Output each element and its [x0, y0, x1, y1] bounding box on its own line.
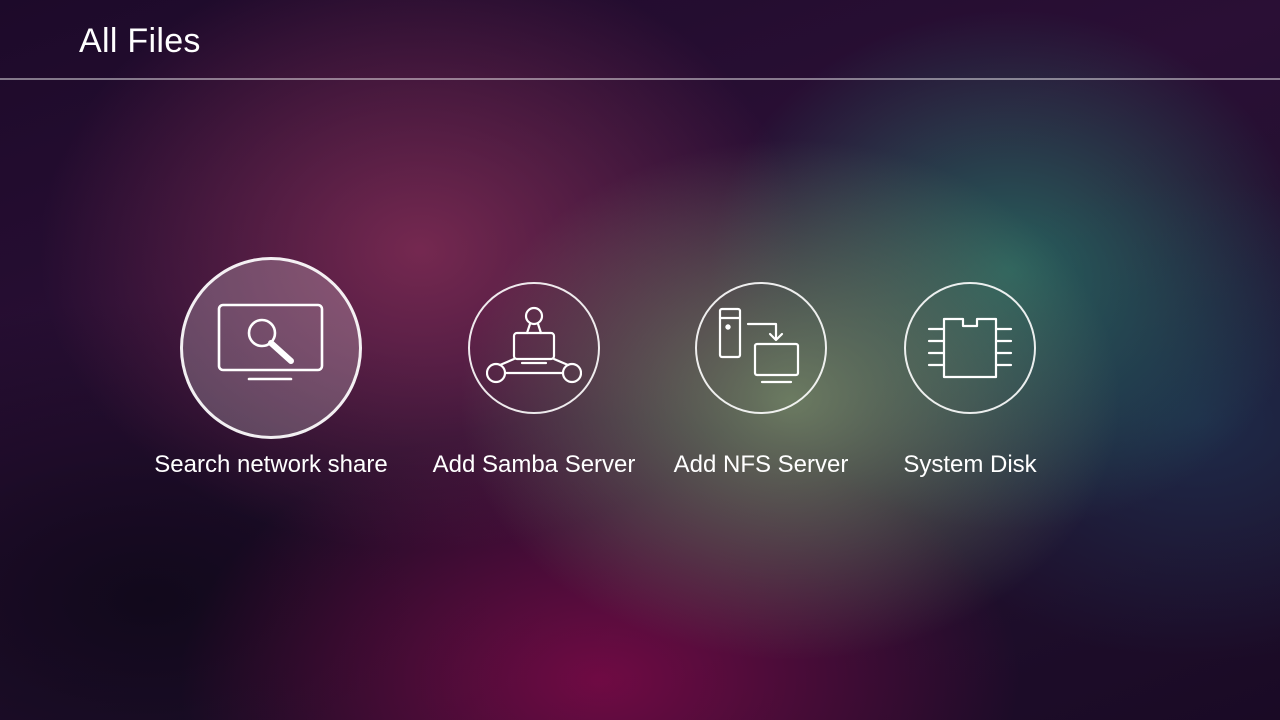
page-title: All Files [79, 22, 201, 60]
search-network-share-label: Search network share [154, 451, 388, 478]
system-disk-label: System Disk [903, 451, 1037, 478]
search-network-share-tile[interactable]: Search network share [131, 257, 411, 487]
server-transfer-icon [718, 307, 804, 389]
system-disk-button[interactable] [904, 282, 1036, 414]
chip-icon [925, 313, 1015, 383]
add-nfs-server-button[interactable] [695, 282, 827, 414]
search-network-share-button[interactable] [180, 257, 362, 439]
add-samba-server-button[interactable] [468, 282, 600, 414]
system-disk-tile[interactable]: System Disk [830, 257, 1110, 487]
network-user-icon [486, 306, 582, 390]
monitor-search-icon [216, 303, 326, 393]
header-bar: All Files [0, 0, 1280, 80]
